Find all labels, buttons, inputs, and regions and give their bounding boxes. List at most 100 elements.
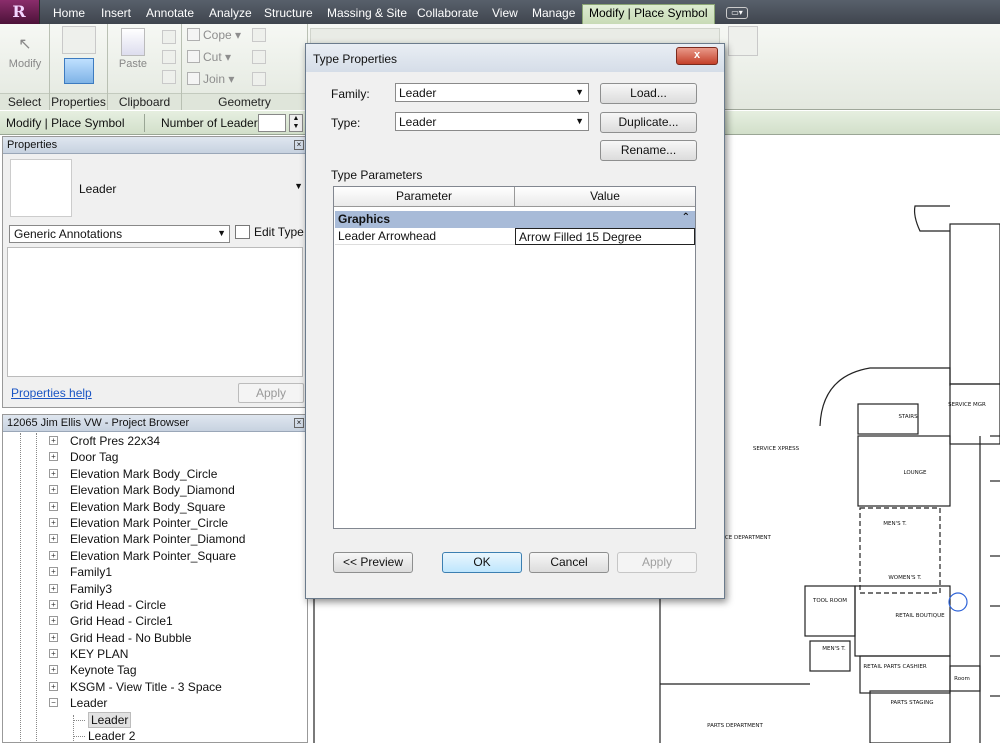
tab-analyze[interactable]: Analyze xyxy=(203,5,258,24)
expand-icon[interactable]: + xyxy=(49,681,58,691)
expand-icon[interactable]: + xyxy=(49,632,58,642)
type-properties-icon[interactable] xyxy=(62,26,96,54)
tree-item-label: Family3 xyxy=(70,581,113,596)
copy-icon[interactable] xyxy=(162,50,176,64)
tree-item[interactable]: + Elevation Mark Pointer_Square xyxy=(3,548,307,564)
expand-icon[interactable]: + xyxy=(49,534,58,544)
paste-button[interactable]: Paste xyxy=(114,28,152,70)
project-browser-tree: + Croft Pres 22x34 + Door Tag + Elevation Mar… xyxy=(3,433,307,742)
chevron-down-icon[interactable]: ▼ xyxy=(294,181,303,191)
expand-icon[interactable]: + xyxy=(49,550,58,560)
expand-icon[interactable]: + xyxy=(49,567,58,577)
ribbon-minimize-icon[interactable]: ▭▾ xyxy=(726,7,748,19)
tree-item[interactable]: + KSGM - View Title - 3 Space xyxy=(3,679,307,695)
properties-list xyxy=(7,247,303,377)
tree-child-item[interactable]: Leader xyxy=(3,711,307,728)
dialog-title-bar: Type Properties x xyxy=(306,44,724,72)
expand-icon[interactable]: + xyxy=(49,517,58,527)
tree-item[interactable]: + Keynote Tag xyxy=(3,662,307,678)
type-dropdown[interactable]: Leader ▼ xyxy=(395,112,589,131)
extra-tool-icon[interactable] xyxy=(728,26,758,56)
tree-item[interactable]: + Family3 xyxy=(3,581,307,597)
number-of-leaders-input[interactable] xyxy=(258,114,286,132)
expand-icon[interactable]: + xyxy=(49,665,58,675)
tree-item[interactable]: + KEY PLAN xyxy=(3,646,307,662)
tree-item[interactable]: + Croft Pres 22x34 xyxy=(3,433,307,449)
match-properties-icon[interactable] xyxy=(162,70,176,84)
duplicate-button[interactable]: Duplicate... xyxy=(600,112,697,133)
tree-item[interactable]: + Family1 xyxy=(3,564,307,580)
tree-child-item[interactable]: Leader 2 xyxy=(3,728,307,742)
tree-item-label: Elevation Mark Pointer_Diamond xyxy=(70,532,246,547)
expand-icon[interactable]: + xyxy=(49,452,58,462)
expand-icon[interactable]: + xyxy=(49,583,58,593)
edit-type-button[interactable]: Edit Type xyxy=(235,225,304,239)
category-filter-dropdown[interactable]: Generic Annotations ▼ xyxy=(9,225,230,243)
chevron-down-icon: ▼ xyxy=(575,116,584,126)
join-icon xyxy=(187,72,200,85)
tab-massing-site[interactable]: Massing & Site xyxy=(321,5,413,24)
parameter-value-cell[interactable]: Arrow Filled 15 Degree xyxy=(515,228,695,245)
project-browser: 12065 Jim Ellis VW - Project Browser × +… xyxy=(2,414,308,743)
properties-help-link[interactable]: Properties help xyxy=(11,386,92,400)
load-button[interactable]: Load... xyxy=(600,83,697,104)
cut-geometry-button[interactable]: Cut ▾ xyxy=(187,50,231,64)
column-header-parameter[interactable]: Parameter xyxy=(334,187,515,207)
tree-item[interactable]: + Grid Head - Circle1 xyxy=(3,613,307,629)
number-of-leaders-spinner[interactable]: ▲ ▼ xyxy=(289,114,303,132)
properties-apply-button[interactable]: Apply xyxy=(238,383,304,403)
expand-icon[interactable]: + xyxy=(49,485,58,495)
collapse-chevron-icon[interactable]: ⌃ xyxy=(682,212,690,223)
tab-manage[interactable]: Manage xyxy=(526,5,581,24)
apply-button[interactable]: Apply xyxy=(617,552,697,573)
split-face-icon[interactable] xyxy=(252,28,266,42)
tab-collaborate[interactable]: Collaborate xyxy=(411,5,484,24)
tree-item[interactable]: + Grid Head - Circle xyxy=(3,597,307,613)
modify-button[interactable]: ↖ Modify xyxy=(6,28,44,70)
tree-item[interactable]: + Elevation Mark Body_Diamond xyxy=(3,482,307,498)
close-icon[interactable]: × xyxy=(294,140,304,150)
collapse-icon[interactable]: − xyxy=(49,698,58,708)
tree-item[interactable]: + Door Tag xyxy=(3,449,307,465)
tree-item[interactable]: + Elevation Mark Pointer_Circle xyxy=(3,515,307,531)
tree-item[interactable]: − Leader xyxy=(3,695,307,711)
expand-icon[interactable]: + xyxy=(49,501,58,511)
application-menu-button[interactable]: R xyxy=(0,0,40,24)
parameter-group-graphics[interactable]: Graphics ⌃ xyxy=(335,211,695,228)
expand-icon[interactable]: + xyxy=(49,616,58,626)
close-icon[interactable]: x xyxy=(676,47,718,65)
tree-item[interactable]: + Elevation Mark Body_Circle xyxy=(3,466,307,482)
preview-button[interactable]: << Preview xyxy=(333,552,413,573)
expand-icon[interactable]: + xyxy=(49,599,58,609)
tab-modify-place-symbol[interactable]: Modify | Place Symbol xyxy=(582,4,715,24)
project-browser-title: 12065 Jim Ellis VW - Project Browser xyxy=(7,417,190,429)
cope-button[interactable]: Cope ▾ xyxy=(187,28,241,42)
expand-icon[interactable]: + xyxy=(49,649,58,659)
expand-icon[interactable]: + xyxy=(49,436,58,445)
tab-home[interactable]: Home xyxy=(47,5,91,24)
tab-view[interactable]: View xyxy=(486,5,524,24)
expand-icon[interactable]: + xyxy=(49,468,58,478)
plan-label-tool-room: TOOL ROOM xyxy=(812,598,847,604)
cancel-button[interactable]: Cancel xyxy=(529,552,609,573)
tab-annotate[interactable]: Annotate xyxy=(140,5,200,24)
plan-label-retail-boutique: RETAIL BOUTIQUE xyxy=(895,613,945,619)
close-icon[interactable]: × xyxy=(294,418,304,428)
column-header-value[interactable]: Value xyxy=(515,187,695,207)
type-dropdown-value: Leader xyxy=(399,115,437,129)
tab-structure[interactable]: Structure xyxy=(258,5,319,24)
ok-button[interactable]: OK xyxy=(442,552,522,573)
tree-item[interactable]: + Grid Head - No Bubble xyxy=(3,630,307,646)
type-selector[interactable]: Leader ▼ xyxy=(7,157,305,221)
properties-palette-button[interactable] xyxy=(61,58,97,86)
cut-scissors-icon[interactable] xyxy=(162,30,176,44)
demolish-icon[interactable] xyxy=(252,72,266,86)
paste-button-label: Paste xyxy=(118,58,148,70)
join-button[interactable]: Join ▾ xyxy=(187,72,234,86)
family-dropdown[interactable]: Leader ▼ xyxy=(395,83,589,102)
rename-button[interactable]: Rename... xyxy=(600,140,697,161)
tree-item[interactable]: + Elevation Mark Pointer_Diamond xyxy=(3,531,307,547)
tree-item[interactable]: + Elevation Mark Body_Square xyxy=(3,499,307,515)
paint-icon[interactable] xyxy=(252,50,266,64)
tab-insert[interactable]: Insert xyxy=(95,5,137,24)
